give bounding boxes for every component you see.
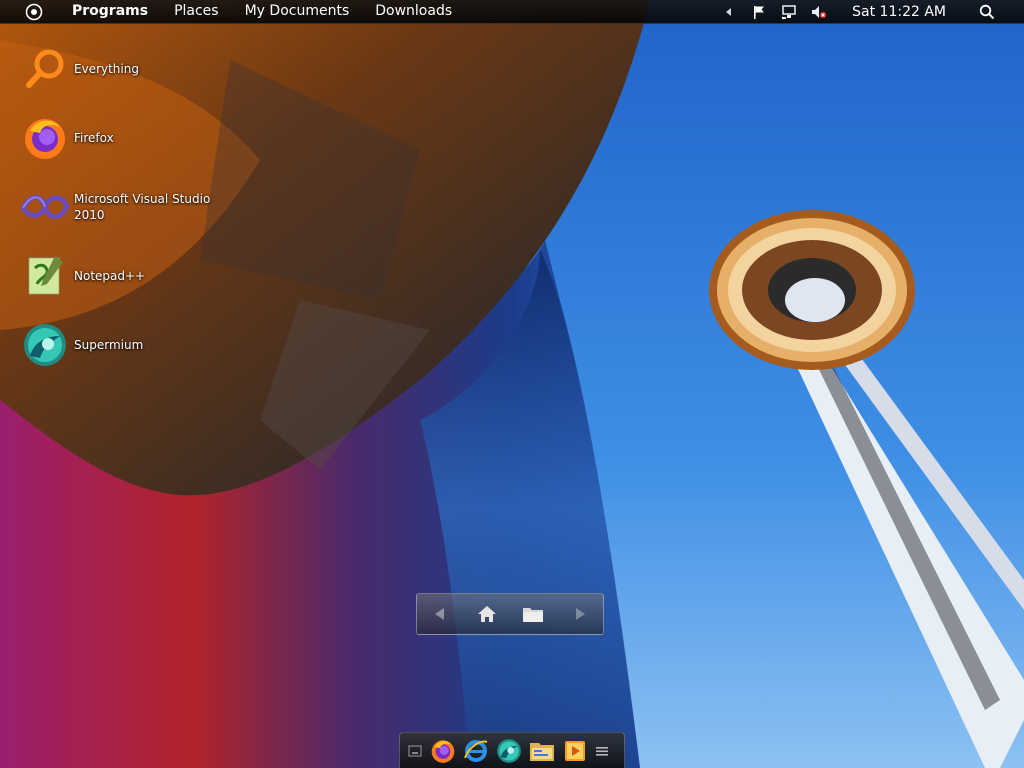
- folder-icon[interactable]: [520, 601, 546, 627]
- explorer-nav-widget: [416, 593, 604, 635]
- desktop-icon-label: Everything: [74, 62, 139, 76]
- supermium-icon: [20, 320, 70, 370]
- desktop-icon-label: Supermium: [74, 338, 144, 352]
- media-player-icon[interactable]: [558, 735, 591, 767]
- desktop-icon-visual-studio[interactable]: Microsoft Visual Studio 2010: [20, 179, 220, 235]
- menu-icon[interactable]: [591, 735, 613, 767]
- home-icon[interactable]: [474, 601, 500, 627]
- firefox-icon[interactable]: [426, 735, 459, 767]
- desktop-icon-firefox[interactable]: Firefox: [20, 110, 220, 166]
- start-orb-icon: [25, 3, 43, 20]
- forward-arrow-icon[interactable]: [567, 601, 593, 627]
- network-icon[interactable]: [780, 3, 798, 21]
- start-button[interactable]: [23, 1, 45, 23]
- desktop-icon-supermium[interactable]: Supermium: [20, 317, 220, 373]
- desktop-icon-label: Notepad++: [74, 269, 146, 283]
- desktop-icon-notepadpp[interactable]: Notepad++: [20, 248, 220, 304]
- chevron-left-icon[interactable]: [720, 3, 738, 21]
- notepadpp-icon: [20, 251, 70, 301]
- supermium-icon[interactable]: [492, 735, 525, 767]
- firefox-icon: [20, 113, 70, 163]
- search-icon[interactable]: [978, 3, 996, 21]
- menu-places[interactable]: Places: [161, 0, 232, 23]
- internet-explorer-icon[interactable]: [459, 735, 492, 767]
- menu-programs[interactable]: Programs: [59, 0, 161, 23]
- back-arrow-icon[interactable]: [427, 601, 453, 627]
- desktop-icon-label: Microsoft Visual Studio 2010: [74, 192, 211, 222]
- visual-studio-icon: [20, 182, 70, 232]
- show-desktop-icon[interactable]: [404, 735, 426, 767]
- file-explorer-icon[interactable]: [525, 735, 558, 767]
- dock-taskbar: [399, 732, 625, 768]
- desktop: Programs Places My Documents Downloads S…: [0, 0, 1024, 768]
- clock[interactable]: Sat 11:22 AM: [852, 4, 946, 20]
- flag-icon[interactable]: [750, 3, 768, 21]
- everything-search-icon: [20, 44, 70, 94]
- menu-downloads[interactable]: Downloads: [362, 0, 465, 23]
- system-tray: Sat 11:22 AM: [714, 0, 1024, 23]
- volume-muted-icon[interactable]: [810, 3, 828, 21]
- top-menu-bar: Programs Places My Documents Downloads S…: [0, 0, 1024, 24]
- desktop-icon-label: Firefox: [74, 131, 114, 145]
- menu-my-documents[interactable]: My Documents: [232, 0, 363, 23]
- desktop-icon-everything[interactable]: Everything: [20, 41, 220, 97]
